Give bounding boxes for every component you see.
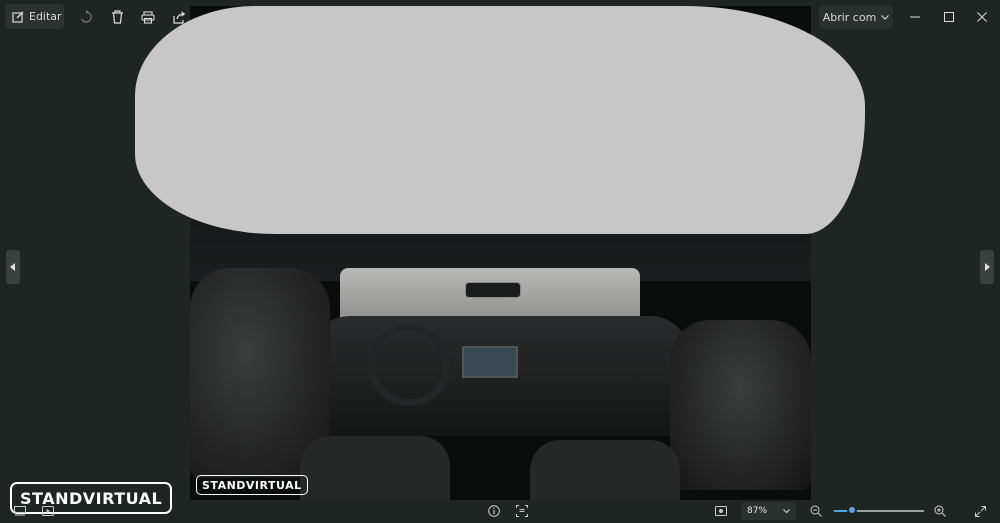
- open-with-label: Abrir com: [822, 10, 877, 24]
- info-icon: [488, 505, 500, 517]
- redaction-overlay: [135, 6, 865, 234]
- rotate-icon: [79, 10, 93, 24]
- fullscreen-icon: [974, 505, 986, 517]
- edit-icon: [12, 10, 25, 23]
- fullscreen-button[interactable]: [972, 503, 988, 519]
- right-seat-cushion: [530, 440, 680, 500]
- ocr-button[interactable]: [514, 503, 530, 519]
- filmstrip-icon: [14, 506, 26, 516]
- open-with-button[interactable]: Abrir com: [819, 5, 893, 29]
- rotate-button[interactable]: [75, 6, 97, 28]
- rearview-mirror: [465, 282, 521, 298]
- zoom-out-button[interactable]: [808, 503, 824, 519]
- right-seat: [670, 320, 811, 490]
- slideshow-button[interactable]: [40, 503, 56, 519]
- zoom-dropdown[interactable]: 87%: [741, 502, 796, 520]
- zoom-in-icon: [934, 505, 946, 517]
- minimize-button[interactable]: [900, 5, 930, 29]
- slideshow-icon: [42, 506, 54, 516]
- next-image-button[interactable]: [980, 250, 994, 284]
- close-button[interactable]: [967, 5, 997, 29]
- close-icon: [977, 12, 987, 22]
- chevron-down-icon: [881, 14, 890, 20]
- info-button[interactable]: [486, 503, 502, 519]
- print-button[interactable]: [137, 6, 159, 28]
- previous-image-button[interactable]: [6, 250, 20, 284]
- minimize-icon: [910, 16, 920, 18]
- chevron-right-icon: [984, 263, 990, 271]
- zoom-slider-thumb[interactable]: [847, 505, 857, 515]
- chevron-down-icon: [783, 509, 790, 513]
- share-icon: [172, 10, 186, 24]
- infotainment-screen: [462, 346, 518, 378]
- steering-wheel: [368, 324, 450, 406]
- zoom-out-icon: [810, 505, 822, 517]
- filmstrip-button[interactable]: [12, 503, 28, 519]
- print-icon: [141, 10, 155, 24]
- fit-to-window-button[interactable]: [713, 503, 729, 519]
- maximize-icon: [944, 12, 954, 22]
- edit-button[interactable]: Editar: [5, 4, 64, 29]
- watermark-small: STANDVIRTUAL: [196, 475, 308, 495]
- delete-button[interactable]: [106, 6, 128, 28]
- fit-icon: [715, 506, 727, 516]
- ocr-icon: [516, 505, 528, 517]
- zoom-in-button[interactable]: [932, 503, 948, 519]
- delete-icon: [111, 10, 124, 24]
- chevron-left-icon: [10, 263, 16, 271]
- edit-label: Editar: [29, 10, 62, 23]
- maximize-button[interactable]: [934, 5, 964, 29]
- left-seat-cushion: [300, 436, 450, 500]
- zoom-level: 87%: [747, 506, 768, 516]
